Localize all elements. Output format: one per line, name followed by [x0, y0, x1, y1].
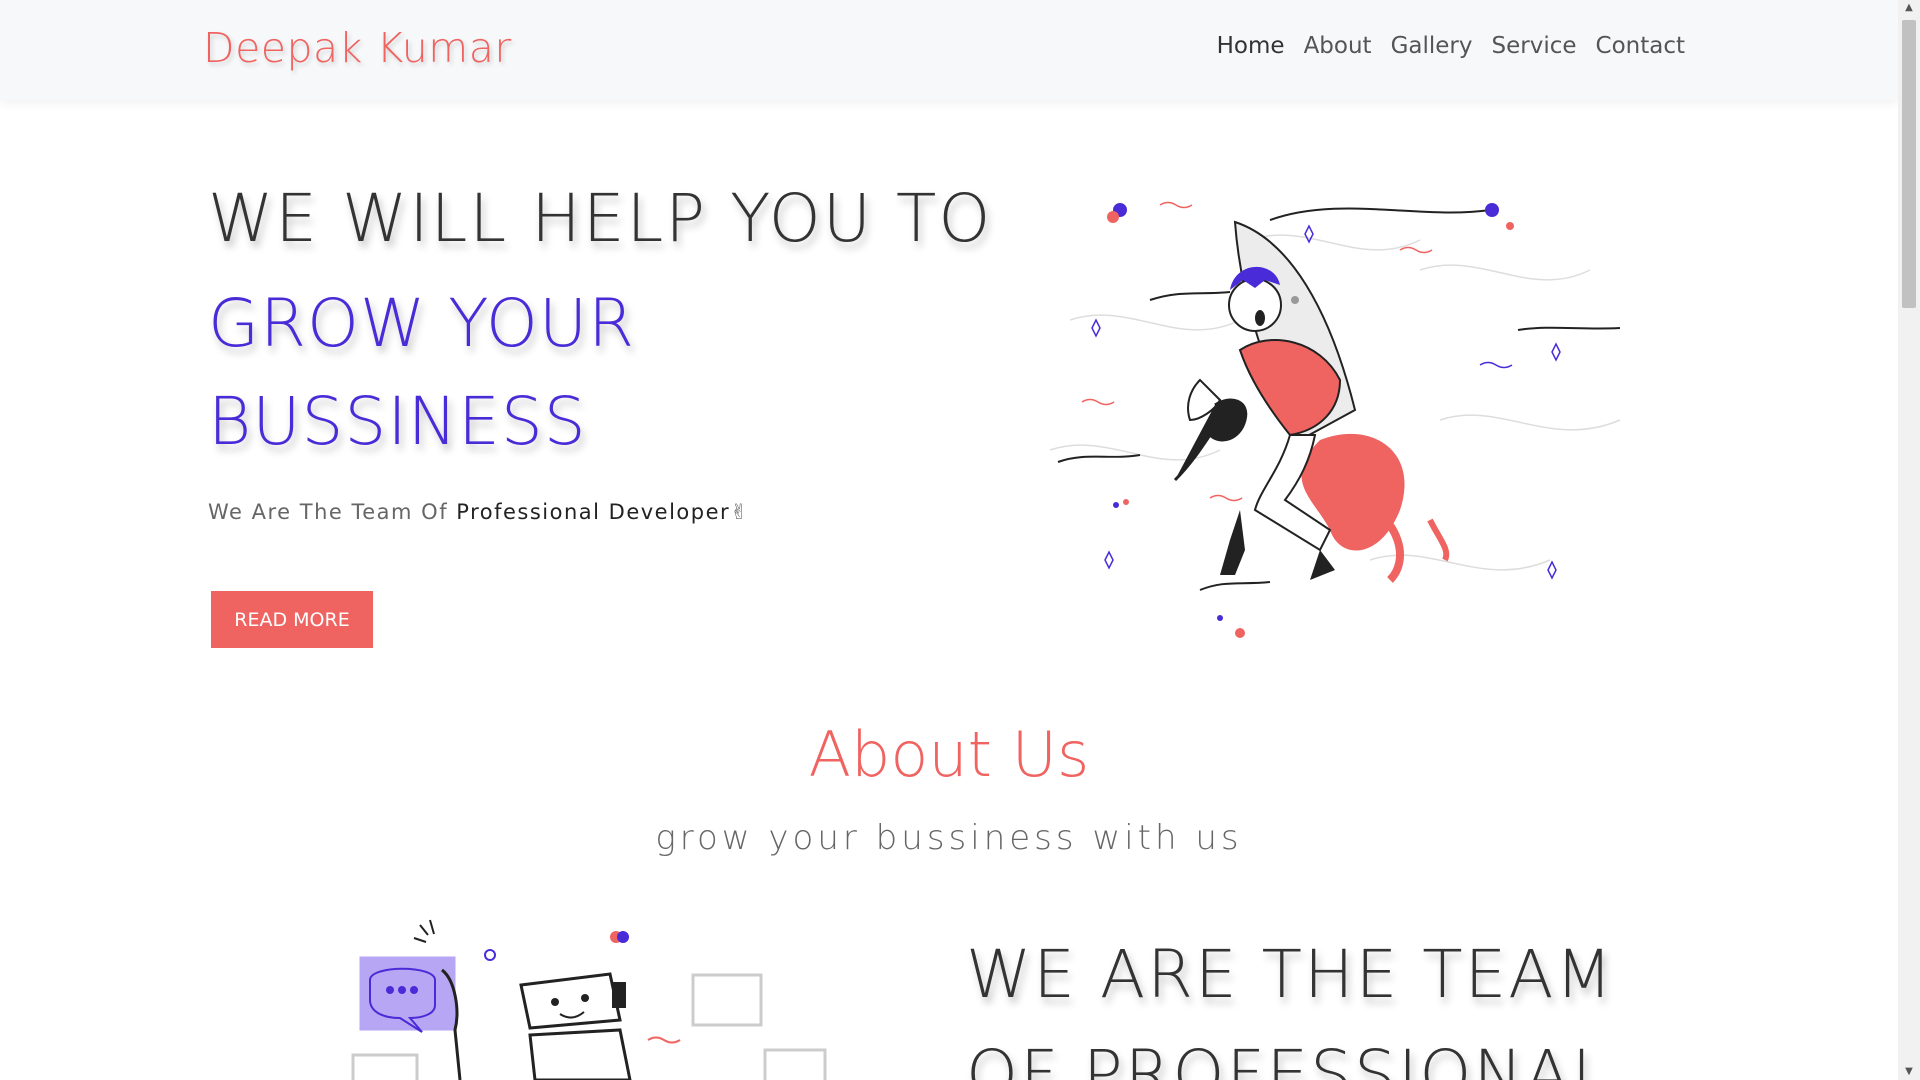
scroll-up-arrow-icon[interactable]: ▲	[1898, 0, 1920, 16]
scroll-down-arrow-icon[interactable]: ▼	[1898, 1064, 1920, 1080]
page: Deepak Kumar Home About Gallery Service …	[0, 0, 1898, 1080]
robot-chat-illustration	[351, 919, 827, 1080]
rocket-man-illustration	[1049, 201, 1621, 638]
nav-contact[interactable]: Contact	[1596, 33, 1685, 59]
hero-heading-line3: BUSSINESS	[208, 383, 587, 460]
nav-links: Home About Gallery Service Contact	[1217, 33, 1685, 59]
nav-service[interactable]: Service	[1492, 33, 1577, 59]
scroll-thumb[interactable]	[1902, 20, 1916, 308]
nav-about[interactable]: About	[1304, 33, 1372, 59]
hero-heading-line1: WE WILL HELP YOU TO	[208, 180, 993, 257]
brand-logo[interactable]: Deepak Kumar	[203, 24, 512, 72]
nav-gallery[interactable]: Gallery	[1391, 33, 1473, 59]
hero-heading-line2: GROW YOUR	[208, 285, 636, 362]
victory-hand-icon: ✌	[730, 500, 750, 524]
about-subtitle: grow your bussiness with us	[655, 818, 1243, 858]
hero-subtitle: We Are The Team Of Professional Develope…	[208, 500, 749, 524]
navbar: Deepak Kumar Home About Gallery Service …	[0, 0, 1898, 100]
about-heading: WE ARE THE TEAM OF PROFESSIONAL	[966, 936, 1615, 1080]
hero-subtitle-strong: Professional Developer	[456, 500, 731, 524]
read-more-button[interactable]: READ MORE	[211, 591, 373, 648]
hero-subtitle-prefix: We Are The Team Of	[208, 500, 457, 524]
nav-home[interactable]: Home	[1217, 33, 1285, 59]
about-title: About Us	[808, 718, 1090, 791]
scrollbar[interactable]: ▲ ▼	[1898, 0, 1920, 1080]
